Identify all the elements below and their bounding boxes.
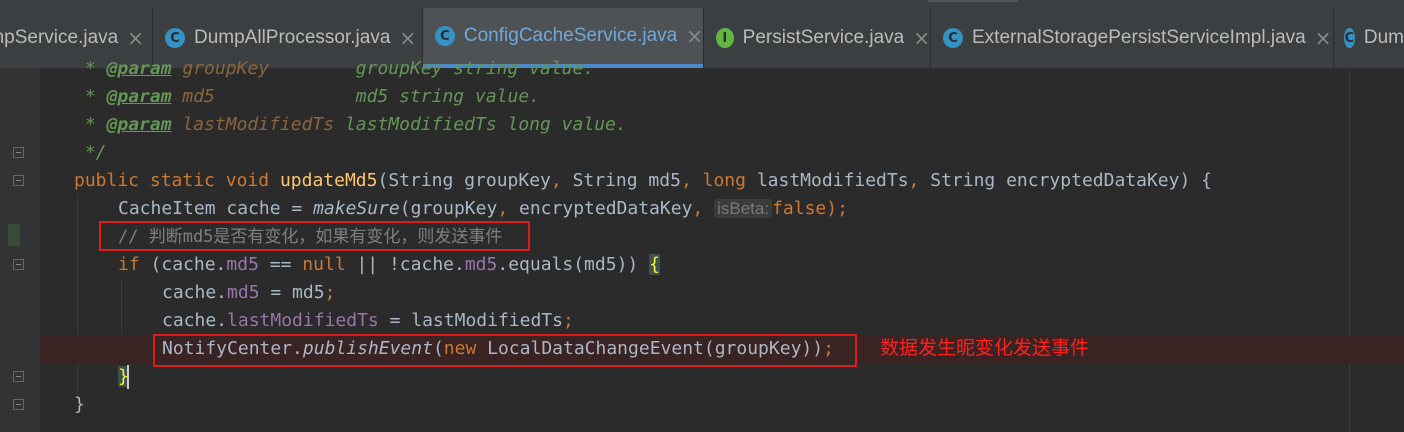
class-icon: C <box>943 28 963 48</box>
tab-label: ExternalStoragePersistServiceImpl.java <box>972 27 1306 48</box>
window-title-remnant <box>928 0 1018 2</box>
code-line-makesure[interactable]: CacheItem cache = makeSure(groupKey, enc… <box>118 195 848 223</box>
code-line-param-lastmodifiedts[interactable]: * @param lastModifiedTs lastModifiedTs l… <box>74 111 627 139</box>
fold-icon[interactable] <box>13 175 24 186</box>
fold-icon[interactable] <box>13 147 24 158</box>
fold-icon[interactable] <box>13 399 24 410</box>
code-line-method-close[interactable]: } <box>74 391 85 419</box>
code-line-doc-end[interactable]: */ <box>74 139 107 167</box>
tab-label: Dum <box>1363 27 1404 48</box>
code-line-if[interactable]: if (cache.md5 == null || !cache.md5.equa… <box>118 251 660 279</box>
tab-persistservice[interactable]: I PersistService.java × <box>704 8 930 68</box>
publish-event-highlight-box <box>153 334 857 367</box>
close-icon[interactable]: × <box>686 24 703 48</box>
code-line-assign-md5[interactable]: cache.md5 = md5; <box>162 279 335 307</box>
class-icon: C <box>165 28 185 48</box>
class-icon: C <box>1344 28 1355 48</box>
fold-icon[interactable] <box>13 259 24 270</box>
class-icon: C <box>435 26 455 46</box>
code-line-param-groupkey[interactable]: * @param groupKey groupKey string value. <box>74 55 594 83</box>
tab-externalstoragepersistserviceimpl[interactable]: C ExternalStoragePersistServiceImpl.java… <box>931 8 1333 68</box>
indent-guide <box>77 195 78 395</box>
interface-icon: I <box>716 28 734 48</box>
tab-label: mpService.java <box>0 27 119 48</box>
close-icon[interactable]: × <box>127 26 144 50</box>
close-icon[interactable]: × <box>399 26 416 50</box>
code-line-method-signature[interactable]: public static void updateMd5(String grou… <box>74 167 1212 195</box>
close-icon[interactable]: × <box>913 26 930 50</box>
code-line-assign-lastmodifiedts[interactable]: cache.lastModifiedTs = lastModifiedTs; <box>162 307 574 335</box>
tab-label: DumpAllProcessor.java <box>194 27 391 48</box>
parameter-hint: isBeta: <box>714 199 773 218</box>
tab-label: PersistService.java <box>742 27 905 48</box>
tab-label: ConfigCacheService.java <box>463 25 678 46</box>
code-line-param-md5[interactable]: * @param md5 md5 string value. <box>74 83 540 111</box>
close-icon[interactable]: × <box>1315 26 1332 50</box>
comment-highlight-box <box>99 221 530 251</box>
annotation-label: 数据发生昵变化发送事件 <box>880 337 1090 359</box>
fold-icon[interactable] <box>13 371 24 382</box>
vcs-change-marker[interactable] <box>8 224 20 246</box>
text-caret <box>127 365 129 389</box>
right-margin-guide <box>1349 68 1350 432</box>
matching-brace: { <box>649 254 660 275</box>
tab-dum-truncated[interactable]: C Dum <box>1334 8 1404 68</box>
